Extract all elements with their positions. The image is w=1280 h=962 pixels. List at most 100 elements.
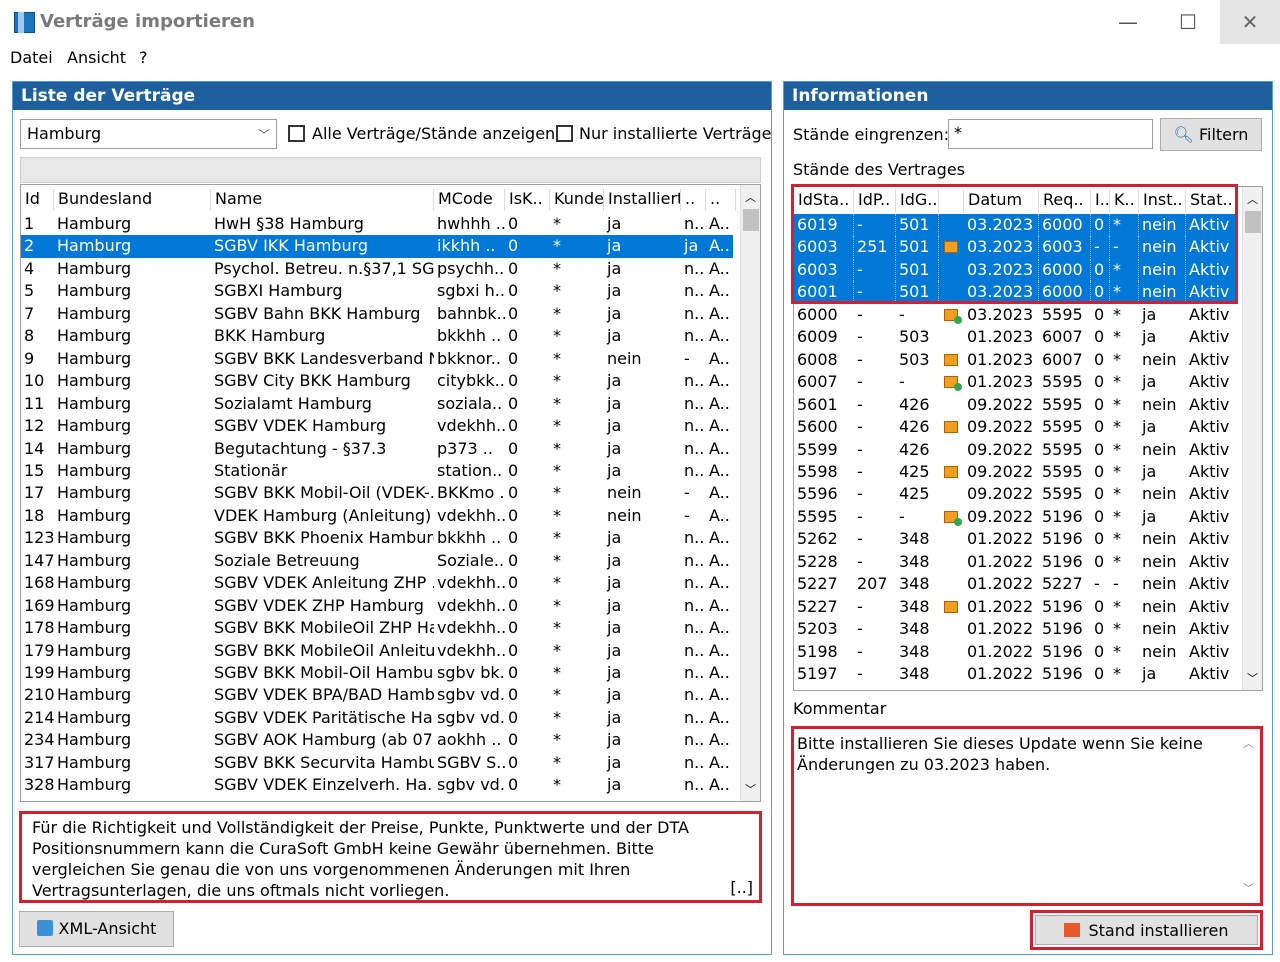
column-header[interactable]: Stat.. [1186, 190, 1236, 212]
column-header[interactable]: Kunde [550, 189, 604, 211]
vertical-scrollbar[interactable]: ︿ ﹀ [740, 185, 760, 801]
table-row[interactable]: 5197- 348 01.2022 5196 0 * ja Aktiv [794, 663, 1236, 686]
minimize-button[interactable]: — [1098, 0, 1158, 44]
table-row[interactable]: 199 Hamburg SGBV BKK Mobil-Oil Hamburg sgbv… [21, 662, 733, 685]
table-row[interactable]: 179 Hamburg SGBV BKK MobileOil Anleitu.. vd… [21, 640, 733, 663]
table-cell: * [1113, 461, 1121, 481]
table-row[interactable]: 6000- -03.2023 5595 0 * ja Aktiv [794, 304, 1236, 327]
table-cell: 425 [899, 484, 930, 504]
column-header[interactable]: Id [21, 189, 54, 211]
table-row[interactable]: 17 Hamburg SGBV BKK Mobil-Oil (VDEK-.. BKKm… [21, 482, 733, 505]
table-row[interactable]: 169 Hamburg SGBV VDEK ZHP Hamburg vdekhh.. 0… [21, 595, 733, 618]
table-cell: 09.2022 [967, 394, 1034, 414]
table-row[interactable]: 5600- 426 09.2022 5595 0 * ja Aktiv [794, 416, 1236, 439]
table-row[interactable]: 5228- 348 01.2022 5196 0 * nein Aktiv [794, 551, 1236, 574]
more-link[interactable]: [..] [730, 877, 753, 898]
column-header[interactable]: Req.. [1039, 190, 1091, 212]
table-row[interactable]: 123 Hamburg SGBV BKK Phoenix Hamburg bkkhh … [21, 527, 733, 550]
table-row[interactable]: 5227- 348 01.2022 5196 0 * nein Aktiv [794, 596, 1236, 619]
comment-box[interactable]: Bitte installieren Sie dieses Update wen… [791, 726, 1263, 906]
table-row[interactable]: 14 Hamburg Begutachtung - §37.3 p373 .. 0 * ja… [21, 438, 733, 461]
table-row[interactable]: 11 Hamburg Sozialamt Hamburg soziala.. 0 * ja n… [21, 393, 733, 416]
scroll-down-icon[interactable]: ﹀ [745, 781, 756, 797]
table-row[interactable]: 5203- 348 01.2022 5196 0 * nein Aktiv [794, 618, 1236, 641]
table-row[interactable]: 18 Hamburg VDEK Hamburg (Anleitung) vdekhh.… [21, 505, 733, 528]
column-header[interactable]: K.. [1110, 190, 1139, 212]
close-button[interactable]: ✕ [1220, 0, 1280, 44]
column-header[interactable]: Inst.. [1139, 190, 1186, 212]
menu-datei[interactable]: Datei [10, 48, 53, 67]
table-row[interactable]: 6009- 503 01.2023 6007 0 * ja Aktiv [794, 326, 1236, 349]
table-row[interactable]: 5596- 425 09.2022 5595 0 * nein Aktiv [794, 483, 1236, 506]
scroll-down-icon[interactable]: ﹀ [1243, 878, 1254, 899]
table-cell: 426 [899, 417, 930, 437]
table-row[interactable]: 5198- 348 01.2022 5196 0 * nein Aktiv [794, 641, 1236, 664]
column-header[interactable]: MCode [434, 189, 505, 211]
column-header[interactable] [939, 190, 964, 212]
table-row[interactable]: 15 Hamburg Stationär station.. 0 * ja n.. A.. [21, 460, 733, 483]
column-header[interactable]: .. [681, 189, 706, 211]
table-cell: nein [1142, 641, 1177, 661]
limit-input[interactable]: * [948, 119, 1153, 149]
table-row[interactable]: 7 Hamburg SGBV Bahn BKK Hamburg bahnbk.. 0 * j… [21, 303, 733, 326]
scroll-up-icon[interactable]: ︿ [1247, 191, 1258, 207]
table-row[interactable]: 6007- -01.2023 5595 0 * ja Aktiv [794, 371, 1236, 394]
menu-help[interactable]: ? [139, 48, 148, 67]
table-cell: 0 [1094, 551, 1105, 571]
column-header[interactable]: IdG.. [896, 190, 939, 212]
column-header[interactable]: Datum [964, 190, 1039, 212]
menu-ansicht[interactable]: Ansicht [67, 48, 126, 67]
column-header[interactable]: IdSta.. [794, 190, 854, 212]
table-row[interactable]: 6019-501 03.2023 6000 0 * nein Aktiv [794, 214, 1236, 237]
scrollbar-thumb[interactable] [743, 209, 759, 231]
table-row[interactable]: 9 Hamburg SGBV BKK Landesverband N.. bkknor… [21, 348, 733, 371]
filter-button[interactable]: 🔍︎ Filtern [1160, 118, 1262, 151]
show-all-checkbox[interactable] [288, 125, 305, 142]
table-row[interactable]: 8 Hamburg BKK Hamburg bkkhh .. 0 * ja n.. A.. [21, 325, 733, 348]
table-row[interactable]: 5601- 426 09.2022 5595 0 * nein Aktiv [794, 394, 1236, 417]
column-header[interactable]: I.. [1091, 190, 1110, 212]
table-row[interactable]: 234 Hamburg SGBV AOK Hamburg (ab 07.. aokhh… [21, 729, 733, 752]
scrollbar-thumb[interactable] [1245, 211, 1261, 233]
table-row[interactable]: 5 Hamburg SGBXI Hamburg sgbxi h.. 0 * ja n.. A.. [21, 280, 733, 303]
table-row[interactable]: 6003-501 03.2023 6000 0 * nein Aktiv [794, 258, 1236, 282]
table-row[interactable]: 214 Hamburg SGBV VDEK Paritätische Ha.. sgb… [21, 707, 733, 730]
table-row[interactable]: 5227 207 348 01.2022 5227- - nein Aktiv [794, 573, 1236, 596]
table-row[interactable]: 178 Hamburg SGBV BKK MobileOil ZHP Ha.. vde… [21, 617, 733, 640]
table-row[interactable]: 6008- 503 01.2023 6007 0 * nein Aktiv [794, 349, 1236, 372]
xml-view-button[interactable]: XML-Ansicht [19, 911, 174, 947]
table-row[interactable]: 4 Hamburg Psychol. Betreu. n.§37,1 SG.. psy… [21, 258, 733, 281]
table-row[interactable]: 168 Hamburg SGBV VDEK Anleitung ZHP .. vdek… [21, 572, 733, 595]
table-row[interactable]: 5598- 425 09.2022 5595 0 * ja Aktiv [794, 461, 1236, 484]
table-row[interactable]: 6001-501 03.2023 6000 0 * nein Aktiv [794, 281, 1236, 304]
table-row[interactable]: 1 Hamburg HwH §38 Hamburg hwhhh .. 0 * ja n.. A.… [21, 213, 733, 236]
table-row[interactable]: 5599- 426 09.2022 5595 0 * nein Aktiv [794, 439, 1236, 462]
column-header[interactable]: IsK.. [505, 189, 550, 211]
column-header[interactable]: IdP.. [854, 190, 896, 212]
vertical-scrollbar[interactable]: ︿ ﹀ [1242, 187, 1262, 690]
install-state-button[interactable]: Stand installieren [1035, 915, 1258, 945]
bundesland-dropdown[interactable]: Hamburg ﹀ [20, 119, 277, 149]
scroll-up-icon[interactable]: ︿ [1243, 733, 1254, 754]
table-cell: ja [607, 775, 622, 795]
table-row[interactable]: 147 Hamburg Soziale Betreuung Soziale.. 0 * ja… [21, 550, 733, 573]
table-row[interactable]: 328 Hamburg SGBV VDEK Einzelverh. Ha.. sgbv… [21, 774, 733, 797]
only-installed-checkbox[interactable] [556, 125, 573, 142]
contract-table[interactable]: Id Bundesland Name MCode IsK.. Kunde Installie… [20, 184, 761, 802]
table-row[interactable]: 6003 251 501 03.2023 6003- - nein Aktiv [794, 236, 1236, 259]
table-row[interactable]: 10 Hamburg SGBV City BKK Hamburg citybkk.. 0… [21, 370, 733, 393]
table-row[interactable]: 317 Hamburg SGBV BKK Securvita Hambu.. SGBV… [21, 752, 733, 775]
table-row[interactable]: 12 Hamburg SGBV VDEK Hamburg vdekhh.. 0 * ja n.… [21, 415, 733, 438]
scroll-up-icon[interactable]: ︿ [745, 189, 756, 205]
scroll-down-icon[interactable]: ﹀ [1247, 670, 1258, 686]
maximize-button[interactable]: ☐ [1158, 0, 1218, 44]
column-header[interactable]: Bundesland [54, 189, 211, 211]
table-row[interactable]: 210 Hamburg SGBV VDEK BPA/BAD Hamb.. sgbv v… [21, 684, 733, 707]
table-row[interactable]: 5262- 348 01.2022 5196 0 * nein Aktiv [794, 528, 1236, 551]
column-header[interactable]: Installiert [604, 189, 681, 211]
column-header[interactable]: .. [706, 189, 736, 211]
table-row[interactable]: 5595- -09.2022 5196 0 * ja Aktiv [794, 506, 1236, 529]
column-header[interactable]: Name [211, 189, 434, 211]
table-row[interactable]: 2 Hamburg SGBV IKK Hamburg ikkhh .. 0 * ja ja A.… [21, 235, 733, 258]
states-table[interactable]: IdSta.. IdP.. IdG.. Datum Req.. I.. K.. Inst.. S… [793, 186, 1263, 691]
